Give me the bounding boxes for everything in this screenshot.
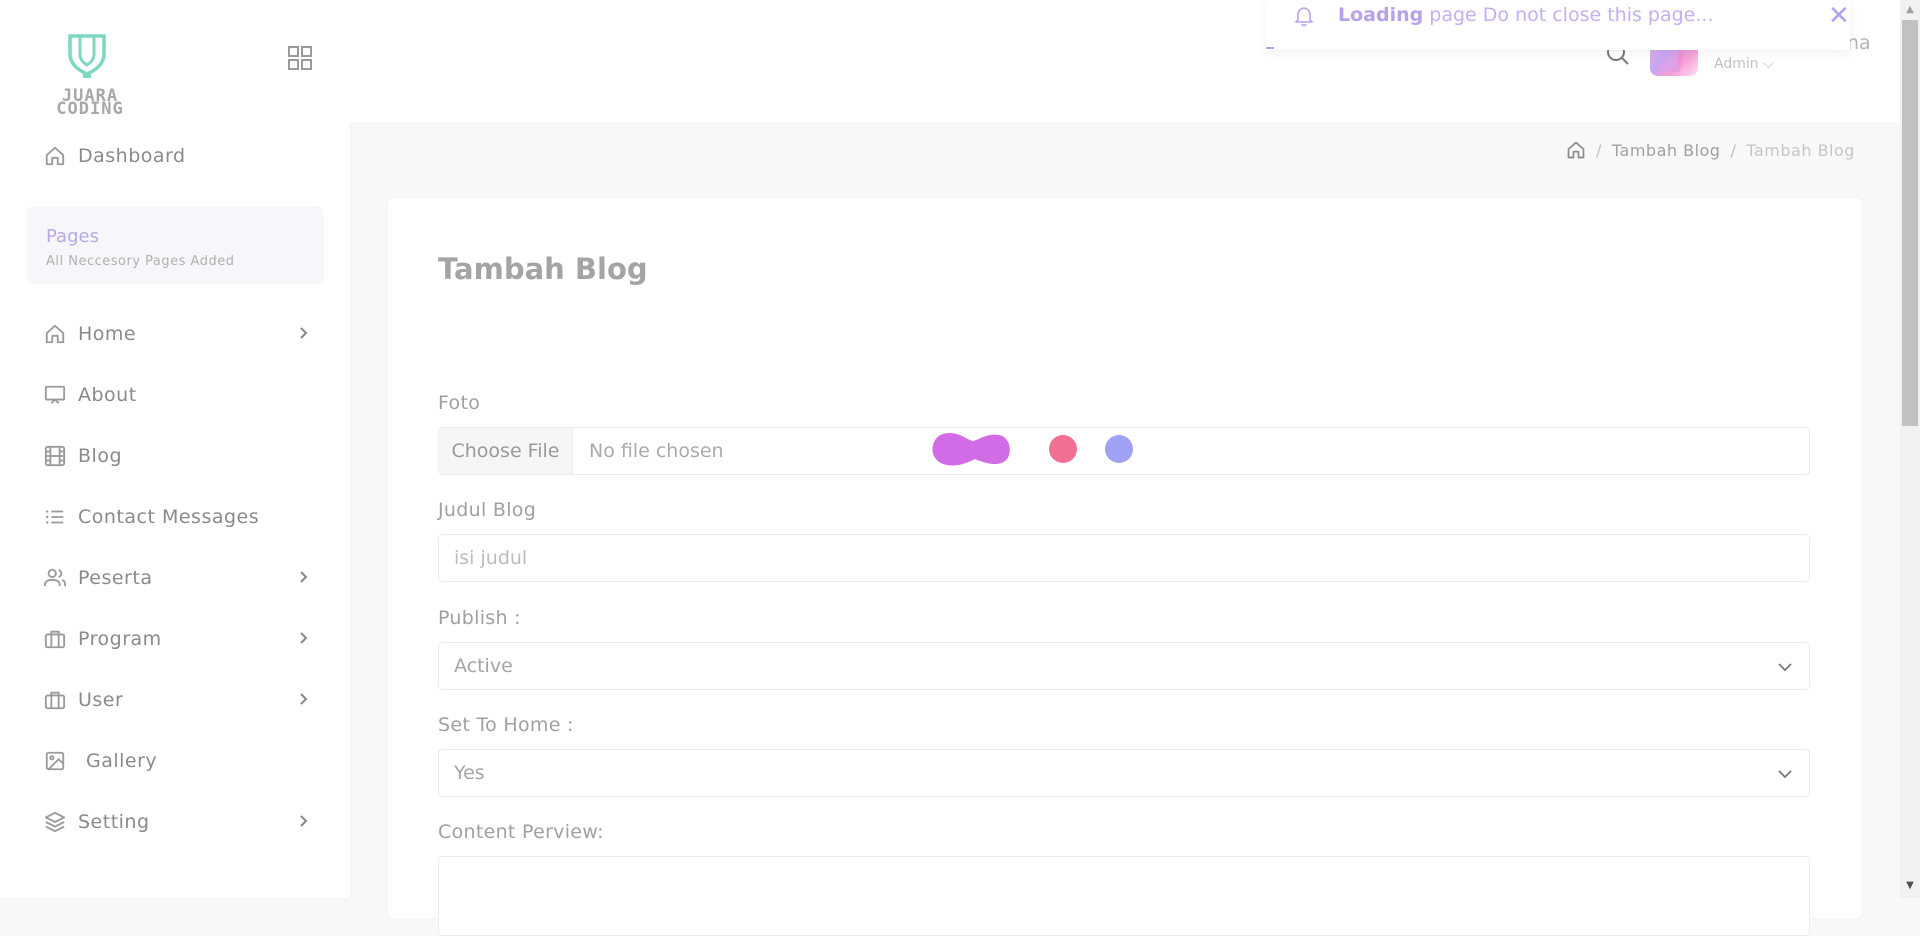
bell-icon bbox=[1295, 7, 1313, 27]
sidebar-item-label: Program bbox=[78, 628, 162, 650]
chevron-right-icon bbox=[300, 815, 308, 827]
sidebar-item-label: Dashboard bbox=[78, 145, 186, 167]
sidebar-item-label: Contact Messages bbox=[78, 506, 260, 528]
foto-label: Foto bbox=[438, 392, 481, 414]
content-preview-label: Content Perview: bbox=[438, 821, 604, 843]
sidebar-item-label: Setting bbox=[78, 811, 150, 833]
pages-title: Pages bbox=[46, 226, 99, 247]
breadcrumb-separator: / bbox=[1730, 140, 1737, 160]
brand-logo[interactable]: JUARA CODING bbox=[42, 32, 138, 118]
judul-placeholder: isi judul bbox=[454, 547, 528, 569]
briefcase-icon bbox=[42, 687, 68, 713]
users-icon bbox=[42, 565, 68, 591]
logo-shield-icon bbox=[68, 34, 106, 78]
film-icon bbox=[42, 443, 68, 469]
scroll-down-arrow-icon[interactable]: ▼ bbox=[1900, 880, 1920, 894]
logo-text: JUARA CODING bbox=[56, 86, 124, 119]
sidebar-item-peserta[interactable]: Peserta bbox=[42, 560, 312, 596]
toast-close-button[interactable]: ✕ bbox=[1828, 2, 1850, 30]
grid-menu-icon[interactable] bbox=[286, 44, 314, 72]
publish-select[interactable]: Active bbox=[438, 642, 1810, 690]
sidebar-item-program[interactable]: Program bbox=[42, 621, 312, 657]
scroll-up-arrow-icon[interactable]: ▲ bbox=[1900, 4, 1920, 18]
home-icon bbox=[42, 143, 68, 169]
sidebar-item-user[interactable]: User bbox=[42, 682, 312, 718]
list-icon bbox=[42, 504, 68, 530]
home-selected-value: Yes bbox=[454, 762, 485, 784]
sidebar-item-label: Peserta bbox=[78, 567, 153, 589]
home-icon[interactable] bbox=[1566, 140, 1586, 160]
toast-progress-bar bbox=[1266, 47, 1274, 49]
publish-label: Publish : bbox=[438, 607, 521, 629]
sidebar-item-label: About bbox=[78, 384, 137, 406]
judul-input[interactable]: isi judul bbox=[438, 534, 1810, 582]
toast-bold: Loading bbox=[1338, 4, 1424, 26]
user-role-dropdown[interactable]: Admin ⌵ bbox=[1714, 56, 1774, 72]
image-icon bbox=[42, 748, 68, 774]
content-preview-box[interactable] bbox=[438, 856, 1810, 936]
scroll-thumb[interactable] bbox=[1902, 20, 1918, 426]
chevron-right-icon bbox=[300, 693, 308, 705]
chevron-down-icon bbox=[1778, 663, 1792, 672]
sidebar-item-home[interactable]: Home bbox=[42, 316, 312, 352]
loading-toast: Loading page Do not close this page... ✕ bbox=[1266, 0, 1850, 50]
sidebar-item-label: Home bbox=[78, 323, 137, 345]
sidebar-item-gallery[interactable]: Gallery bbox=[42, 743, 312, 779]
sidebar-item-setting[interactable]: Setting bbox=[42, 804, 312, 840]
briefcase-icon bbox=[42, 626, 68, 652]
pages-section-header: Pages All Neccesory Pages Added bbox=[26, 206, 324, 284]
publish-selected-value: Active bbox=[454, 655, 513, 677]
sidebar-item-about[interactable]: About bbox=[42, 377, 312, 413]
chevron-right-icon bbox=[300, 327, 308, 339]
sidebar-item-contact-messages[interactable]: Contact Messages bbox=[42, 499, 312, 535]
set-to-home-select[interactable]: Yes bbox=[438, 749, 1810, 797]
chevron-down-icon bbox=[1778, 770, 1792, 779]
toast-text: page Do not close this page... bbox=[1429, 4, 1714, 26]
breadcrumb-current: Tambah Blog bbox=[1746, 140, 1855, 160]
chevron-right-icon bbox=[300, 632, 308, 644]
form-card: Tambah Blog Foto Choose File No file cho… bbox=[388, 198, 1862, 936]
page-title: Tambah Blog bbox=[438, 252, 648, 286]
home-icon bbox=[42, 321, 68, 347]
loading-dot-blue bbox=[1105, 435, 1133, 463]
sidebar-item-label: Blog bbox=[78, 445, 122, 467]
choose-file-button[interactable]: Choose File bbox=[439, 428, 573, 474]
file-status-text: No file chosen bbox=[589, 440, 724, 462]
chevron-right-icon bbox=[300, 571, 308, 583]
pages-subtitle: All Neccesory Pages Added bbox=[46, 254, 235, 269]
page-scrollbar[interactable]: ▲ ▼ bbox=[1900, 0, 1920, 898]
judul-label: Judul Blog bbox=[438, 499, 537, 521]
loading-dot-red bbox=[1049, 435, 1077, 463]
toast-message: Loading page Do not close this page... bbox=[1338, 4, 1713, 26]
breadcrumb-separator: / bbox=[1596, 140, 1602, 160]
loading-blob bbox=[932, 433, 1010, 466]
sidebar: JUARA CODING Dashboard Pages All Necceso… bbox=[0, 0, 350, 898]
set-to-home-label: Set To Home : bbox=[438, 714, 574, 736]
sidebar-item-dashboard[interactable]: Dashboard bbox=[42, 138, 312, 174]
layers-icon bbox=[42, 809, 68, 835]
breadcrumb-link[interactable]: Tambah Blog bbox=[1612, 141, 1721, 160]
sidebar-item-blog[interactable]: Blog bbox=[42, 438, 312, 474]
monitor-icon bbox=[42, 382, 68, 408]
breadcrumb: / Tambah Blog / Tambah Blog bbox=[1566, 138, 1855, 162]
sidebar-item-label: User bbox=[78, 689, 124, 711]
sidebar-item-label: Gallery bbox=[86, 750, 158, 772]
